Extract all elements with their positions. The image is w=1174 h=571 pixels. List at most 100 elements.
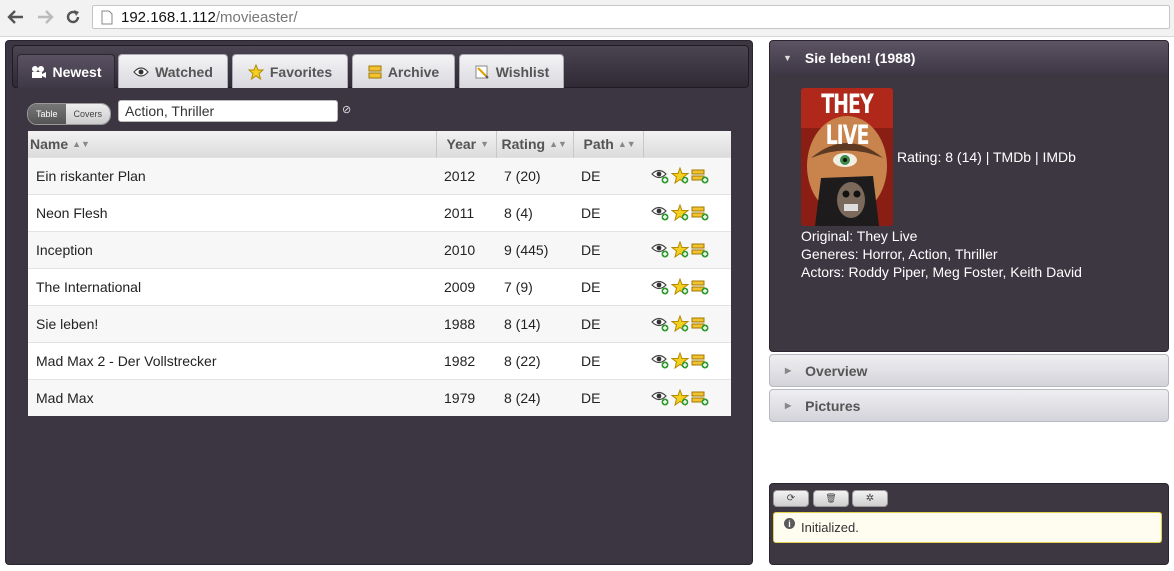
detail-genres: Generes: Horror, Action, Thriller [801, 246, 998, 262]
movie-rating-cell: 8 (14) [496, 304, 573, 342]
movie-poster: THEY LIVE [801, 88, 893, 226]
archive-add-icon[interactable] [691, 390, 709, 406]
movie-year-cell: 2011 [436, 193, 496, 231]
forward-icon[interactable] [34, 6, 56, 28]
tab-label: Watched [155, 63, 213, 80]
movie-table: Name ▲▼ Year ▼ Rating ▲▼ Path ▲▼ Ein riskant… [28, 131, 731, 416]
tab-wishlist[interactable]: Wishlist [459, 54, 564, 88]
detail-rating: Rating: 8 (14) | TMDb | IMDb [897, 149, 1076, 165]
reload-icon[interactable] [62, 6, 84, 28]
movie-name-cell: Sie leben! [28, 304, 436, 342]
watched-eye-icon[interactable] [651, 242, 669, 258]
movie-rating-cell: 8 (4) [496, 193, 573, 231]
column-label: Name [30, 135, 69, 152]
accordion-label: Overview [805, 362, 868, 379]
row-actions [651, 241, 731, 258]
accordion-pictures[interactable]: ▶ Pictures [769, 389, 1169, 422]
table-row[interactable]: The International 2009 7 (9) DE [28, 267, 731, 305]
archive-add-icon[interactable] [691, 242, 709, 258]
movie-detail-panel: ▼ Sie leben! (1988) THEY LIVE Rating: 8 … [769, 40, 1169, 352]
movie-path-cell: DE [573, 304, 643, 342]
movie-year-cell: 1982 [436, 341, 496, 379]
favorite-star-icon[interactable] [671, 315, 689, 332]
row-actions [651, 389, 731, 407]
watched-eye-icon[interactable] [651, 279, 669, 295]
clear-icon[interactable]: ⊘ [342, 103, 351, 116]
archive-add-icon[interactable] [691, 205, 709, 221]
favorite-star-icon[interactable] [671, 352, 689, 369]
url-path: /movieaster/ [215, 9, 298, 26]
clear-log-button[interactable]: 🗑 [813, 490, 849, 507]
movie-actions-cell [643, 230, 731, 268]
table-row[interactable]: Mad Max 2 - Der Vollstrecker 1982 8 (22) DE [28, 341, 731, 379]
favorite-star-icon[interactable] [671, 278, 689, 295]
table-row[interactable]: Sie leben! 1988 8 (14) DE [28, 304, 731, 342]
eye-icon [133, 66, 149, 78]
archive-add-icon[interactable] [691, 279, 709, 295]
sort-icon: ▲▼ [549, 138, 567, 149]
back-icon[interactable] [5, 6, 27, 28]
covers-view-button[interactable]: Covers [65, 104, 111, 124]
column-header-year[interactable]: Year ▼ [436, 131, 497, 157]
tab-archive[interactable]: Archive [352, 54, 455, 88]
info-icon: i [784, 518, 795, 529]
tab-newest[interactable]: Newest [17, 54, 115, 88]
movie-year-cell: 2010 [436, 230, 496, 268]
movie-year-cell: 1979 [436, 378, 496, 416]
genre-filter-input[interactable] [118, 100, 338, 122]
log-panel: ⟳ 🗑 ✲ i Initialized. [769, 483, 1169, 565]
watched-eye-icon[interactable] [651, 205, 669, 221]
settings-button[interactable]: ✲ [852, 490, 888, 507]
sort-icon: ▲▼ [617, 138, 636, 149]
movie-rating-cell: 8 (22) [496, 341, 573, 379]
detail-title: Sie leben! (1988) [804, 49, 916, 66]
accordion-overview[interactable]: ▶ Overview [769, 354, 1169, 387]
tab-favorites[interactable]: Favorites [232, 54, 348, 88]
movie-name-cell: Inception [28, 230, 436, 268]
column-header-path[interactable]: Path ▲▼ [573, 131, 644, 157]
movie-actions-cell [643, 193, 731, 231]
watched-eye-icon[interactable] [651, 316, 669, 332]
refresh-icon: ⟳ [786, 493, 796, 504]
tab-label: Favorites [269, 63, 333, 80]
archive-add-icon[interactable] [691, 353, 709, 369]
trash-icon: 🗑 [825, 493, 837, 503]
column-header-name[interactable]: Name ▲▼ [28, 131, 437, 157]
detail-accordion-header[interactable]: ▼ Sie leben! (1988) [770, 41, 1168, 74]
table-row[interactable]: Neon Flesh 2011 8 (4) DE [28, 193, 731, 231]
movie-actions-cell [643, 267, 731, 305]
archive-add-icon[interactable] [691, 168, 709, 184]
favorite-star-icon[interactable] [671, 389, 689, 407]
movie-actions-cell [643, 304, 731, 342]
movie-name-cell: Ein riskanter Plan [28, 156, 436, 194]
collapsed-triangle-icon: ▶ [785, 366, 792, 375]
poster-title-text: THEY LIVE [821, 89, 874, 151]
table-row[interactable]: Inception 2010 9 (445) DE [28, 230, 731, 268]
watched-eye-icon[interactable] [651, 353, 669, 369]
favorite-star-icon[interactable] [671, 167, 689, 184]
archive-icon [368, 65, 382, 79]
column-header-rating[interactable]: Rating ▲▼ [496, 131, 574, 157]
favorite-star-icon[interactable] [671, 204, 689, 221]
watched-eye-icon[interactable] [651, 168, 669, 184]
table-view-button[interactable]: Table [28, 104, 66, 124]
favorite-star-icon[interactable] [671, 241, 689, 258]
watched-eye-icon[interactable] [651, 390, 669, 406]
movie-name-cell: Mad Max 2 - Der Vollstrecker [28, 341, 436, 379]
table-row[interactable]: Ein riskanter Plan 2012 7 (20) DE [28, 156, 731, 194]
tab-watched[interactable]: Watched [118, 54, 228, 88]
movie-path-cell: DE [573, 341, 643, 379]
browser-toolbar: 192.168.1.112/movieaster/ [0, 0, 1174, 37]
row-actions [651, 278, 731, 295]
row-actions [651, 352, 731, 369]
tab-bar: Newest Watched Favorites Archive Wishlis… [12, 45, 749, 88]
movie-year-cell: 2009 [436, 267, 496, 305]
movie-rating-cell: 7 (20) [496, 156, 573, 194]
table-row[interactable]: Mad Max 1979 8 (24) DE [28, 378, 731, 416]
tv-icon [30, 65, 47, 79]
address-bar[interactable]: 192.168.1.112/movieaster/ [92, 5, 1170, 29]
sort-icon: ▲▼ [72, 138, 90, 149]
refresh-button[interactable]: ⟳ [773, 490, 809, 507]
sort-desc-icon: ▼ [480, 138, 490, 149]
archive-add-icon[interactable] [691, 316, 709, 332]
